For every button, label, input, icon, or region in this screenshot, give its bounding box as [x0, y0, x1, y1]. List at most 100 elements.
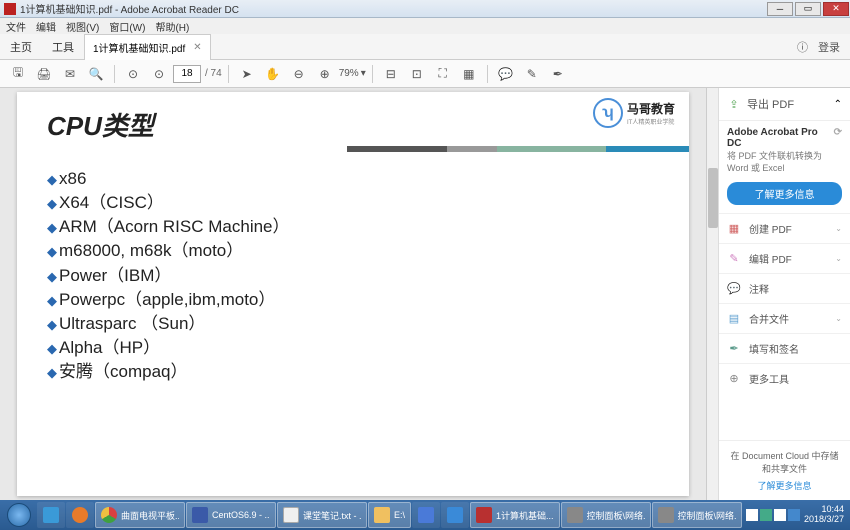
- bullet-icon: ◆: [47, 220, 57, 235]
- taskbar-app-firefox[interactable]: [66, 502, 94, 528]
- page-down-icon[interactable]: ⊙: [147, 63, 171, 85]
- fit-width-icon[interactable]: ⊟: [379, 63, 403, 85]
- clock[interactable]: 10:44 2018/3/27: [804, 505, 844, 525]
- date: 2018/3/27: [804, 515, 844, 525]
- taskbar-app[interactable]: 控制面板\网络...: [561, 502, 651, 528]
- comment-icon: 💬: [727, 282, 741, 296]
- list-item: ◆Ultrasparc （Sun）: [47, 312, 659, 336]
- plus-icon: ⊕: [727, 372, 741, 386]
- comment-icon[interactable]: 💬: [494, 63, 518, 85]
- page-up-icon[interactable]: ⊙: [121, 63, 145, 85]
- menu-window[interactable]: 窗口(W): [109, 19, 145, 34]
- sign-icon[interactable]: ✒: [546, 63, 570, 85]
- page-number-input[interactable]: [173, 65, 201, 83]
- pointer-icon[interactable]: ➤: [235, 63, 259, 85]
- maximize-button[interactable]: ▭: [795, 2, 821, 16]
- bullet-icon: ◆: [47, 293, 57, 308]
- ie-icon: [43, 507, 59, 523]
- merge-icon: ▤: [727, 312, 741, 326]
- mail-icon[interactable]: ✉: [58, 63, 82, 85]
- tab-home[interactable]: 主页: [0, 34, 42, 60]
- taskbar-app[interactable]: 课堂笔记.txt - ...: [277, 502, 367, 528]
- read-icon[interactable]: ▦: [457, 63, 481, 85]
- sign-icon: ✒: [727, 342, 741, 356]
- menu-help[interactable]: 帮助(H): [155, 19, 189, 34]
- scrollbar-thumb[interactable]: [708, 168, 718, 228]
- separator: [487, 65, 488, 83]
- side-item-more[interactable]: ⊕更多工具: [719, 363, 850, 393]
- tray-icon[interactable]: [746, 509, 758, 521]
- tab-tools[interactable]: 工具: [42, 34, 84, 60]
- document-viewport[interactable]: CPU类型 ʮ 马哥教育 IT人精英职业学院 ◆x86 ◆X64（CISC） ◆…: [0, 88, 706, 500]
- export-label: 导出 PDF: [747, 96, 794, 112]
- tray-icon[interactable]: [760, 509, 772, 521]
- page-total: / 74: [205, 68, 222, 79]
- side-export-header[interactable]: ⇪导出 PDF ⌃: [719, 88, 850, 121]
- settings-icon: [658, 507, 674, 523]
- footer-link[interactable]: 了解更多信息: [727, 479, 842, 492]
- side-item-create[interactable]: ▦创建 PDF⌄: [719, 213, 850, 243]
- side-item-sign[interactable]: ✒填写和签名: [719, 333, 850, 363]
- tray-icon[interactable]: [788, 509, 800, 521]
- taskbar-app[interactable]: 控制面板\网络...: [652, 502, 742, 528]
- create-pdf-icon: ▦: [727, 222, 741, 236]
- edit-pdf-icon: ✎: [727, 252, 741, 266]
- start-button[interactable]: [2, 502, 36, 528]
- taskbar-app[interactable]: 曲面电视平板...: [95, 502, 185, 528]
- chevron-down-icon: ⌄: [835, 254, 842, 263]
- hand-icon[interactable]: ✋: [261, 63, 285, 85]
- taskbar-app-edge[interactable]: [441, 502, 469, 528]
- taskbar-app[interactable]: 1计算机基础...: [470, 502, 560, 528]
- slide-title: CPU类型: [47, 106, 659, 143]
- edge-icon: [447, 507, 463, 523]
- login-button[interactable]: 登录: [818, 39, 840, 55]
- tab-document-label: 1计算机基础知识.pdf: [93, 40, 185, 55]
- menu-edit[interactable]: 编辑: [36, 19, 56, 34]
- learn-more-button[interactable]: 了解更多信息: [727, 182, 842, 205]
- tray-icon[interactable]: [774, 509, 786, 521]
- folder-icon: [374, 507, 390, 523]
- chevron-down-icon: ⌄: [835, 224, 842, 233]
- side-item-comment[interactable]: 💬注释: [719, 273, 850, 303]
- windows-icon: [7, 503, 31, 527]
- bullet-icon: ◆: [47, 172, 57, 187]
- side-item-merge[interactable]: ▤合并文件⌄: [719, 303, 850, 333]
- tab-close-icon[interactable]: ✕: [193, 42, 201, 53]
- separator: [114, 65, 115, 83]
- list-item: ◆Power（IBM）: [47, 264, 659, 288]
- taskbar-app[interactable]: E:\: [368, 502, 411, 528]
- highlight-icon[interactable]: ✎: [520, 63, 544, 85]
- menu-file[interactable]: 文件: [6, 19, 26, 34]
- zoom-level: 79%: [339, 68, 359, 79]
- window-title: 1计算机基础知识.pdf - Adobe Acrobat Reader DC: [20, 1, 766, 16]
- menu-view[interactable]: 视图(V): [66, 19, 99, 34]
- side-item-edit[interactable]: ✎编辑 PDF⌄: [719, 243, 850, 273]
- zoom-in-icon[interactable]: ⊕: [313, 63, 337, 85]
- list-item: ◆安腾（compaq）: [47, 360, 659, 384]
- pdf-icon: [476, 507, 492, 523]
- taskbar-app-apps[interactable]: [412, 502, 440, 528]
- pdf-page: CPU类型 ʮ 马哥教育 IT人精英职业学院 ◆x86 ◆X64（CISC） ◆…: [17, 92, 689, 496]
- taskbar-app[interactable]: CentOS6.9 - ...: [186, 502, 276, 528]
- list-item: ◆X64（CISC）: [47, 191, 659, 215]
- search-icon[interactable]: 🔍: [84, 63, 108, 85]
- minimize-button[interactable]: ─: [767, 2, 793, 16]
- help-icon[interactable]: ⓘ: [797, 39, 808, 55]
- zoom-out-icon[interactable]: ⊖: [287, 63, 311, 85]
- system-tray[interactable]: 10:44 2018/3/27: [746, 505, 848, 525]
- chevron-down-icon: ⌄: [835, 314, 842, 323]
- zoom-dropdown-icon[interactable]: ▾: [361, 68, 366, 79]
- save-icon[interactable]: 🖫: [6, 63, 30, 85]
- fullscreen-icon[interactable]: ⛶: [431, 63, 455, 85]
- fit-page-icon[interactable]: ⊡: [405, 63, 429, 85]
- logo-sub: IT人精英职业学院: [627, 117, 675, 126]
- print-icon[interactable]: 🖨: [32, 63, 56, 85]
- footer-text: 在 Document Cloud 中存储和共享文件: [727, 449, 842, 475]
- close-button[interactable]: ✕: [823, 2, 849, 16]
- bullet-icon: ◆: [47, 244, 57, 259]
- taskbar-app-ie[interactable]: [37, 502, 65, 528]
- vertical-scrollbar[interactable]: [706, 88, 718, 500]
- firefox-icon: [72, 507, 88, 523]
- tab-document[interactable]: 1计算机基础知识.pdf ✕: [84, 34, 211, 60]
- taskbar: 曲面电视平板... CentOS6.9 - ... 课堂笔记.txt - ...…: [0, 500, 850, 530]
